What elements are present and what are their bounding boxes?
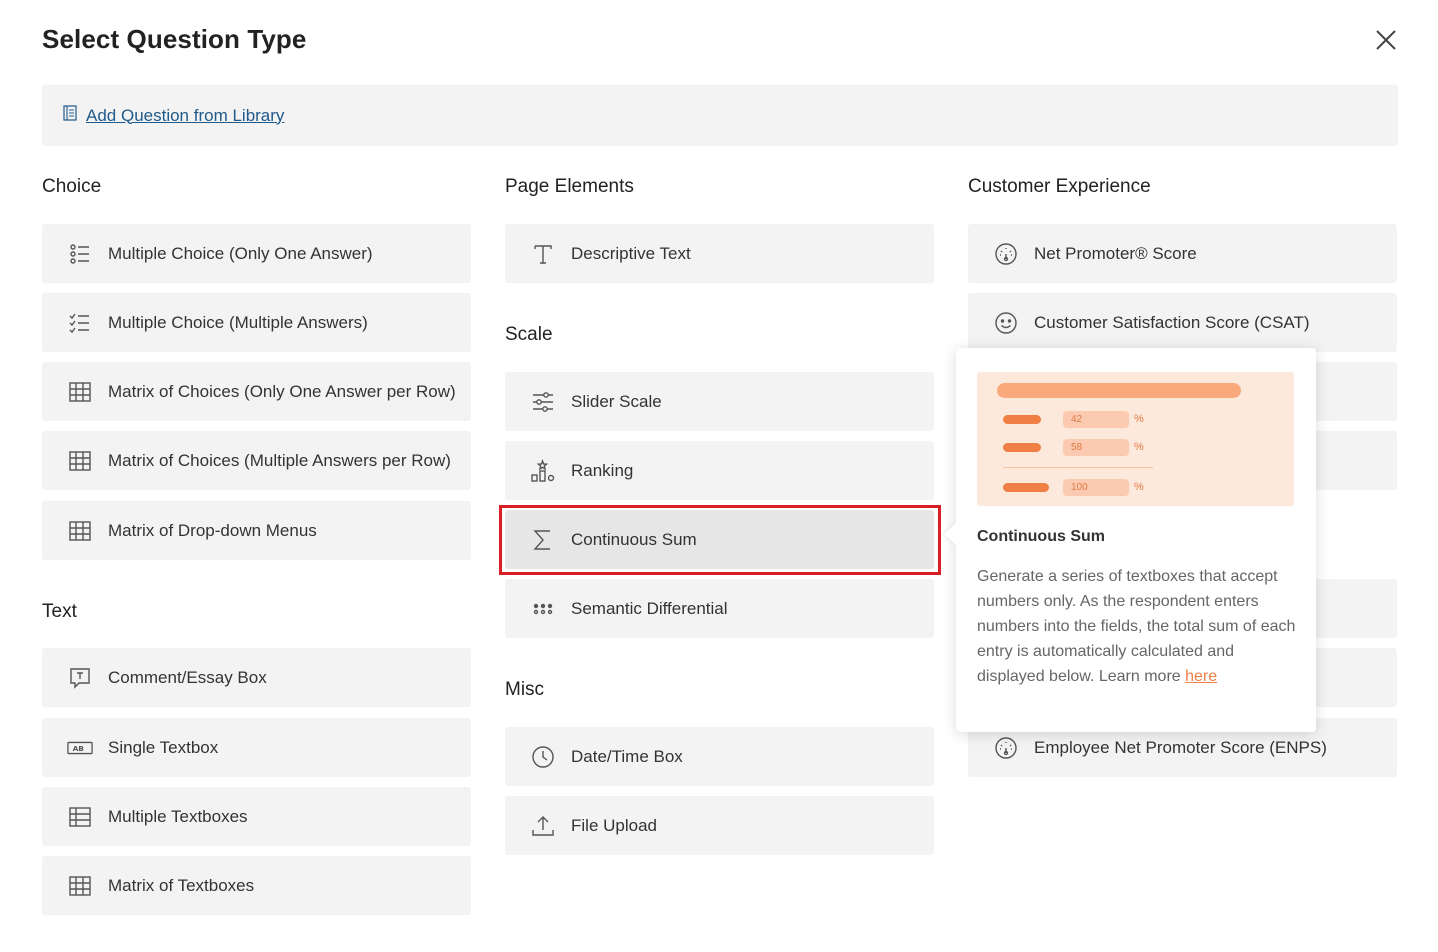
svg-text:AB: AB <box>73 744 85 753</box>
item-multiple-choice-one[interactable]: Multiple Choice (Only One Answer) <box>42 224 471 283</box>
checklist-icon <box>67 310 93 336</box>
section-choice: Choice <box>42 176 102 197</box>
item-label: Date/Time Box <box>571 746 683 766</box>
table-icon <box>67 804 93 830</box>
item-label: Matrix of Choices (Only One Answer per R… <box>108 381 456 401</box>
slider-icon <box>530 389 556 415</box>
item-comment-box[interactable]: Comment/Essay Box <box>42 648 471 707</box>
item-label: Matrix of Choices (Multiple Answers per … <box>108 450 451 470</box>
section-scale: Scale <box>505 324 553 345</box>
item-label: Matrix of Textboxes <box>108 875 255 895</box>
preview-label-bar <box>1003 443 1041 452</box>
item-file-upload[interactable]: File Upload <box>505 796 934 855</box>
section-page-elements: Page Elements <box>505 176 634 197</box>
item-label: Descriptive Text <box>571 243 691 263</box>
section-customer-experience: Customer Experience <box>968 176 1151 197</box>
grid-icon <box>67 379 93 405</box>
preview-header-bar <box>997 383 1241 398</box>
preview-label-bar <box>1003 415 1041 424</box>
item-slider-scale[interactable]: Slider Scale <box>505 372 934 431</box>
preview-total-box: 100 <box>1063 479 1129 496</box>
gauge-icon <box>993 241 1019 267</box>
item-label: Employee Net Promoter Score (ENPS) <box>1034 737 1327 757</box>
continuous-sum-popover: 42 % 58 % 100 % Continuous Sum Generate … <box>944 348 1316 732</box>
close-icon[interactable] <box>1372 26 1400 54</box>
item-matrix-multi[interactable]: Matrix of Choices (Multiple Answers per … <box>42 431 471 490</box>
preview-percent: % <box>1134 413 1144 425</box>
item-label: Net Promoter® Score <box>1034 243 1197 263</box>
popover-description: Generate a series of textboxes that acce… <box>977 564 1297 689</box>
preview-percent: % <box>1134 441 1144 453</box>
preview-divider <box>1003 467 1153 468</box>
item-multiple-textboxes[interactable]: Multiple Textboxes <box>42 787 471 846</box>
grid-icon <box>67 448 93 474</box>
upload-icon <box>530 813 556 839</box>
library-book-icon <box>62 104 78 127</box>
popover-description-text: Generate a series of textboxes that acce… <box>977 568 1296 685</box>
radio-list-icon <box>67 241 93 267</box>
learn-more-link[interactable]: here <box>1185 668 1217 685</box>
item-matrix-textboxes[interactable]: Matrix of Textboxes <box>42 856 471 915</box>
item-label: Slider Scale <box>571 391 662 411</box>
item-single-textbox[interactable]: AB Single Textbox <box>42 718 471 777</box>
item-ranking[interactable]: Ranking <box>505 441 934 500</box>
add-from-library-label: Add Question from Library <box>86 105 285 125</box>
sigma-icon <box>530 527 556 553</box>
item-date-time[interactable]: Date/Time Box <box>505 727 934 786</box>
popover-title: Continuous Sum <box>977 528 1105 545</box>
gauge-icon <box>993 735 1019 761</box>
clock-icon <box>530 744 556 770</box>
grid-icon <box>67 873 93 899</box>
item-label: Continuous Sum <box>571 529 697 549</box>
item-label: Multiple Choice (Multiple Answers) <box>108 312 368 332</box>
text-t-icon <box>530 241 556 267</box>
item-nps[interactable]: Net Promoter® Score <box>968 224 1397 283</box>
item-label: Comment/Essay Box <box>108 667 267 687</box>
preview-value-box: 58 <box>1063 439 1129 456</box>
grid-icon <box>67 518 93 544</box>
item-label: Multiple Choice (Only One Answer) <box>108 243 373 263</box>
preview-value-box: 42 <box>1063 411 1129 428</box>
item-label: Single Textbox <box>108 737 219 757</box>
add-from-library-link[interactable]: Add Question from Library <box>62 104 284 127</box>
item-label: Ranking <box>571 460 634 480</box>
item-label: Customer Satisfaction Score (CSAT) <box>1034 312 1310 332</box>
item-semantic-differential[interactable]: Semantic Differential <box>505 579 934 638</box>
item-label: File Upload <box>571 815 657 835</box>
item-descriptive-text[interactable]: Descriptive Text <box>505 224 934 283</box>
continuous-sum-preview: 42 % 58 % 100 % <box>977 372 1294 506</box>
item-matrix-dropdown[interactable]: Matrix of Drop-down Menus <box>42 501 471 560</box>
item-label: Multiple Textboxes <box>108 806 248 826</box>
item-continuous-sum[interactable]: Continuous Sum <box>505 510 934 569</box>
item-label: Matrix of Drop-down Menus <box>108 520 317 540</box>
ranking-icon <box>530 458 556 484</box>
popover-arrow <box>944 522 968 546</box>
section-misc: Misc <box>505 679 545 700</box>
preview-total-bar <box>1003 483 1049 492</box>
library-bar: Add Question from Library <box>42 85 1398 146</box>
item-csat[interactable]: Customer Satisfaction Score (CSAT) <box>968 293 1397 352</box>
item-multiple-choice-multi[interactable]: Multiple Choice (Multiple Answers) <box>42 293 471 352</box>
section-text: Text <box>42 601 77 622</box>
textbox-ab-icon: AB <box>67 735 93 761</box>
item-matrix-one[interactable]: Matrix of Choices (Only One Answer per R… <box>42 362 471 421</box>
preview-percent: % <box>1134 481 1144 493</box>
comment-icon <box>67 665 93 691</box>
item-label: Semantic Differential <box>571 598 728 618</box>
dots-grid-icon <box>530 596 556 622</box>
smiley-icon <box>993 310 1019 336</box>
dialog-title: Select Question Type <box>42 24 307 54</box>
